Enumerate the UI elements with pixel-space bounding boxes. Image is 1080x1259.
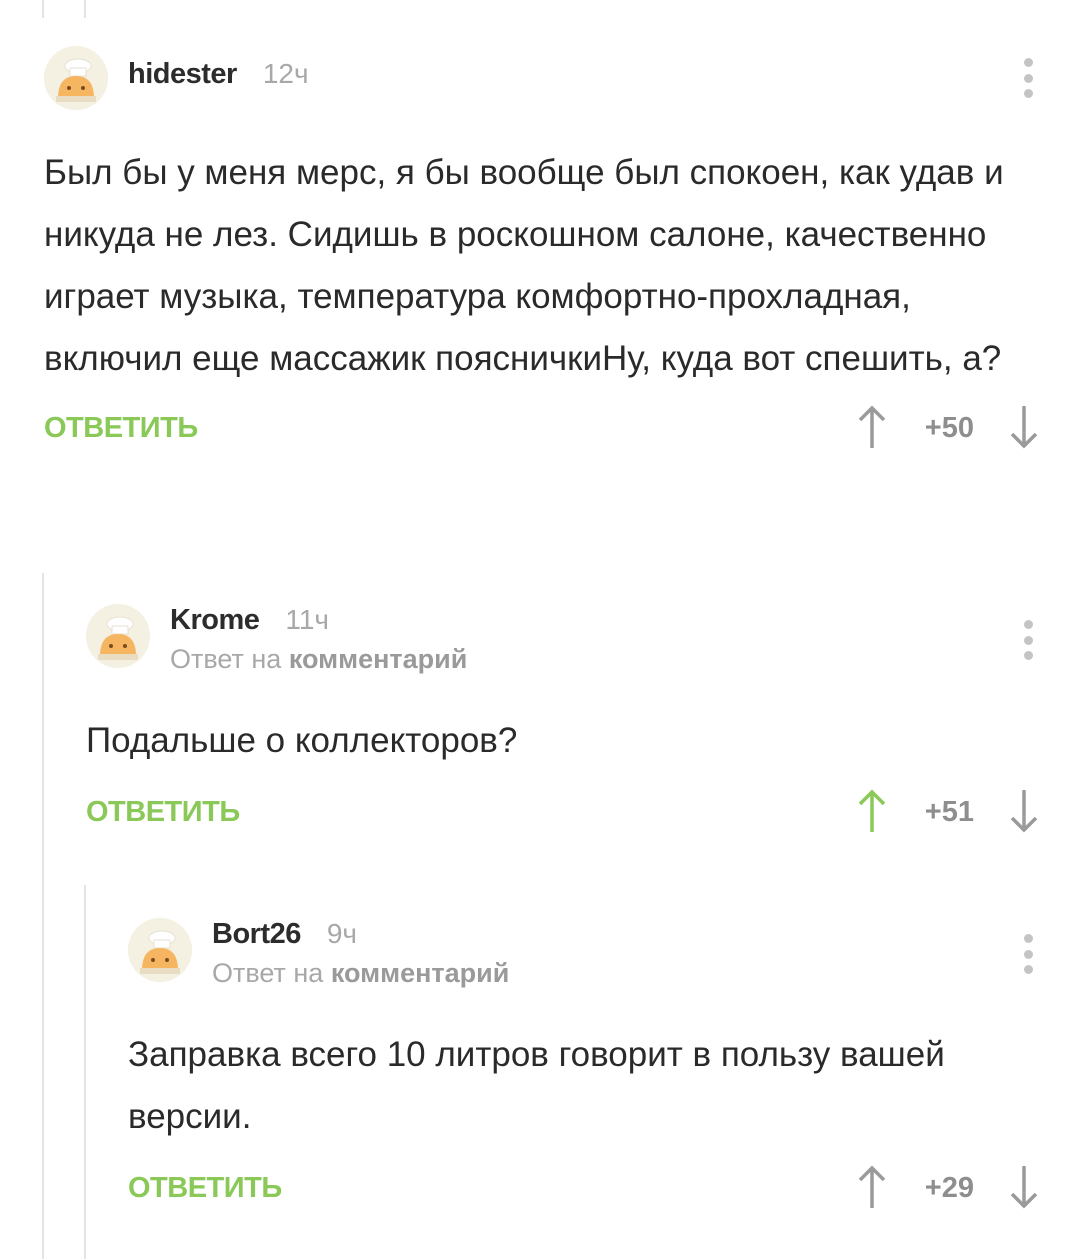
- comment-time: 11ч: [285, 604, 330, 635]
- reply-to-prefix: Ответ на: [212, 958, 324, 988]
- reply-to-prefix: Ответ на: [170, 644, 282, 674]
- comment-header: Krome 11ч Ответ на комментарий: [86, 604, 1080, 694]
- author-name[interactable]: Bort26 9ч: [212, 918, 357, 951]
- vote-up-icon[interactable]: [854, 786, 890, 834]
- comment-text: Был бы у меня мерс, я бы вообще был спок…: [44, 153, 1004, 378]
- more-options-icon[interactable]: [1022, 620, 1034, 660]
- avatar-icon: [44, 46, 108, 110]
- thread-line-level-2: [84, 885, 86, 1259]
- vote-down-icon[interactable]: [1006, 404, 1042, 452]
- comment-actions: ОТВЕТИТЬ +51: [86, 786, 1080, 846]
- reply-to-link[interactable]: комментарий: [331, 958, 510, 988]
- comment-text: Подальше о коллекторов?: [86, 721, 518, 760]
- thread-line-top: [42, 0, 44, 18]
- thread-line-top: [84, 0, 86, 18]
- comment-time: 9ч: [326, 918, 358, 949]
- more-options-icon[interactable]: [1022, 58, 1034, 98]
- author-name-text: hidester: [128, 58, 237, 90]
- more-options-icon[interactable]: [1022, 934, 1034, 974]
- rating-value: +50: [924, 412, 974, 444]
- reply-to: Ответ на комментарий: [170, 644, 467, 675]
- vote-down-icon[interactable]: [1006, 1164, 1042, 1212]
- reply-button[interactable]: ОТВЕТИТЬ: [44, 412, 198, 445]
- avatar-icon: [86, 604, 150, 668]
- author-name-text: Krome: [170, 604, 260, 636]
- reply-to: Ответ на комментарий: [212, 958, 509, 989]
- comment-time: 12ч: [262, 58, 309, 89]
- vote-down-icon[interactable]: [1006, 788, 1042, 836]
- author-name[interactable]: Krome 11ч: [170, 604, 329, 637]
- reply-to-link[interactable]: комментарий: [289, 644, 468, 674]
- author-name-text: Bort26: [212, 918, 301, 950]
- comment-text: Заправка всего 10 литров говорит в польз…: [128, 1035, 945, 1136]
- rating-value: +51: [924, 796, 974, 828]
- comment-header: hidester 12ч: [44, 46, 1080, 136]
- reply-button[interactable]: ОТВЕТИТЬ: [86, 796, 240, 829]
- rating-value: +29: [924, 1172, 974, 1204]
- comment-actions: ОТВЕТИТЬ +29: [128, 1162, 1080, 1222]
- avatar[interactable]: [128, 918, 192, 982]
- reply-button[interactable]: ОТВЕТИТЬ: [128, 1172, 282, 1205]
- thread-line-level-1: [42, 573, 44, 1259]
- avatar[interactable]: [86, 604, 150, 668]
- comment: Bort26 9ч Ответ на комментарий Заправка в…: [128, 918, 1080, 1222]
- comment: hidester 12ч Был бы у меня мерс, я бы воо…: [44, 46, 1080, 462]
- comment: Krome 11ч Ответ на комментарий Подальше о…: [86, 604, 1080, 846]
- comment-actions: ОТВЕТИТЬ +50: [44, 402, 1080, 462]
- author-name[interactable]: hidester 12ч: [128, 58, 309, 91]
- vote-up-icon[interactable]: [854, 402, 890, 450]
- comment-header: Bort26 9ч Ответ на комментарий: [128, 918, 1080, 1008]
- vote-up-icon[interactable]: [854, 1162, 890, 1210]
- avatar[interactable]: [44, 46, 108, 110]
- avatar-icon: [128, 918, 192, 982]
